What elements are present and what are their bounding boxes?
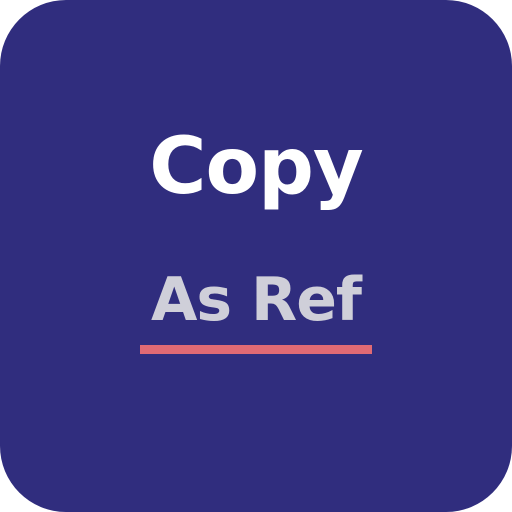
subtitle-underline — [140, 345, 372, 354]
app-icon: Copy As Ref — [0, 0, 512, 512]
icon-subtitle: As Ref — [150, 265, 362, 335]
icon-title: Copy — [149, 122, 364, 212]
